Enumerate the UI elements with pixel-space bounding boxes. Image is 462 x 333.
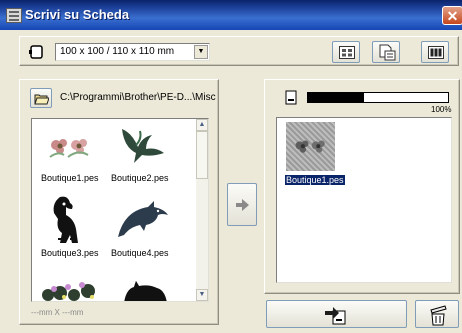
close-button[interactable]: ✕	[442, 6, 462, 25]
recycle-bin-icon	[430, 305, 447, 326]
file-name: Boutique1.pes	[41, 173, 99, 183]
flowers-design-icon	[295, 140, 325, 153]
list-item[interactable]: Boutique3.pes	[32, 191, 108, 263]
dog-design-icon	[53, 196, 78, 243]
scroll-down-button[interactable]: ▼	[196, 289, 208, 301]
list-item[interactable]: Boutique1.pes	[32, 119, 108, 191]
hoop-size-select[interactable]: 100 x 100 / 110 x 110 mm ▼	[55, 43, 210, 61]
file-name: Boutique4.pes	[111, 248, 169, 258]
card-memory-icon	[285, 90, 297, 105]
source-file-list[interactable]: Boutique1.pes Boutique2.pes Boutique3.pe…	[31, 118, 209, 302]
card-icon	[428, 46, 444, 59]
document-list-icon	[379, 44, 396, 61]
progress-percent: 100%	[431, 105, 452, 114]
write-to-card-button[interactable]	[266, 300, 407, 328]
bird-design-icon	[122, 129, 164, 163]
toolbar-panel: 100 x 100 / 110 x 110 mm ▼	[19, 36, 459, 66]
chevron-down-icon[interactable]: ▼	[194, 45, 208, 59]
folder-icon	[34, 94, 49, 105]
window-title: Scrivi su Scheda	[25, 7, 130, 22]
file-name: Boutique2.pes	[111, 173, 169, 183]
list-item[interactable]	[108, 263, 194, 301]
target-file-list[interactable]: Boutique1.pes	[276, 117, 452, 283]
transfer-button[interactable]	[227, 183, 257, 226]
selected-file-name: Boutique1.pes	[285, 175, 345, 185]
scroll-up-button[interactable]: ▲	[196, 119, 208, 131]
dolphin-design-icon	[118, 201, 168, 237]
list-item[interactable]: Boutique2.pes	[108, 119, 194, 191]
title-bar[interactable]: Scrivi su Scheda ✕	[0, 0, 462, 30]
grid-view-icon	[339, 46, 355, 59]
size-status: ---mm X ---mm	[31, 308, 84, 317]
source-path: C:\Programmi\Brother\PE-D...\Misc	[60, 92, 216, 103]
list-item[interactable]	[32, 263, 108, 301]
card-button[interactable]	[421, 41, 449, 63]
cat-design-icon	[124, 281, 167, 301]
flowers-border-design-icon	[42, 282, 95, 301]
hoop-size-value: 100 x 100 / 110 x 110 mm	[60, 46, 175, 57]
progress-fill	[308, 93, 364, 102]
app-icon	[6, 8, 22, 23]
hoop-icon	[29, 45, 43, 59]
source-panel: C:\Programmi\Brother\PE-D...\Misc Boutiq…	[19, 79, 219, 325]
grid-view-button[interactable]	[332, 41, 360, 63]
file-name: Boutique3.pes	[41, 248, 99, 258]
write-to-card-icon	[325, 307, 346, 325]
vertical-scrollbar[interactable]: ▲ ▼	[196, 119, 208, 301]
list-item[interactable]: Boutique4.pes	[108, 191, 194, 263]
open-folder-button[interactable]	[30, 88, 52, 108]
flowers-design-icon	[49, 139, 89, 158]
document-list-button[interactable]	[372, 41, 400, 63]
arrow-right-icon	[236, 199, 249, 211]
recycle-bin-button[interactable]	[415, 300, 459, 328]
list-item[interactable]: Boutique1.pes	[285, 122, 345, 188]
design-thumbnail	[286, 122, 335, 171]
memory-progress-bar	[307, 92, 449, 103]
target-panel: 100% Boutique1.pes	[264, 79, 460, 294]
scroll-thumb[interactable]	[196, 131, 208, 179]
